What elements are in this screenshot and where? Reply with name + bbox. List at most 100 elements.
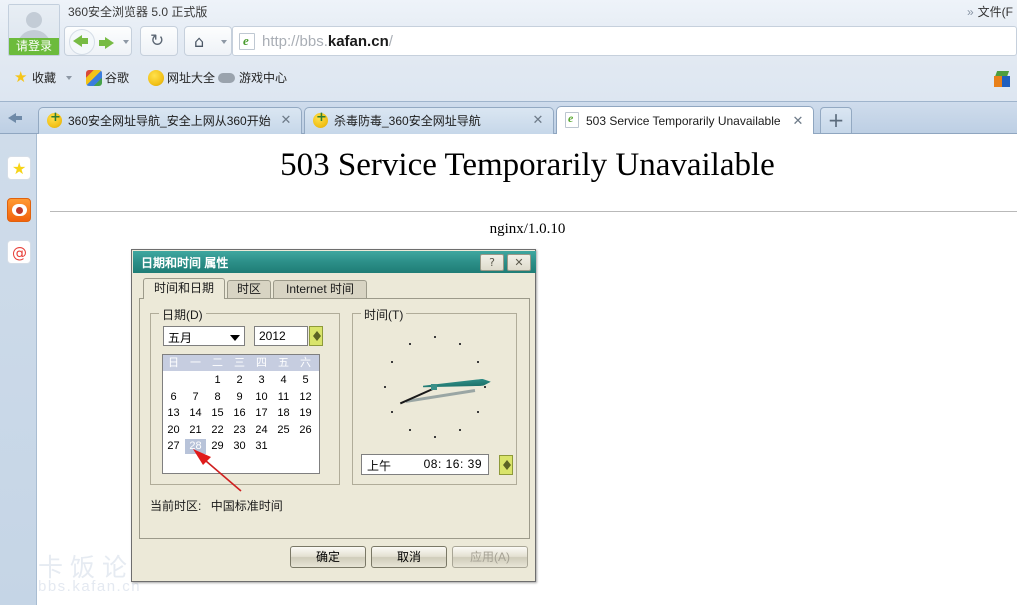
cube-left-face xyxy=(994,76,1002,87)
sidebar-item-mail[interactable]: @ xyxy=(7,240,31,264)
back-forward-group xyxy=(64,26,132,56)
avatar[interactable]: 请登录 xyxy=(8,4,60,56)
tab-close-icon[interactable]: ✕ xyxy=(791,114,805,128)
menu-bar-right[interactable]: » 文件(F xyxy=(967,3,1013,20)
tab-close-icon[interactable]: ✕ xyxy=(531,113,545,127)
calendar-weekday: 五 xyxy=(278,357,289,369)
ok-button[interactable]: 确定 xyxy=(290,546,366,568)
chevron-down-icon[interactable] xyxy=(230,335,240,341)
date-group: 日期(D) 五月 2012 日一二三四五六 1 2 3 4 5 6 7 8 9 10 xyxy=(150,306,340,485)
calendar-day-5[interactable]: 5 xyxy=(295,373,316,388)
tab-scroll-left-icon[interactable] xyxy=(6,108,26,128)
year-value: 2012 xyxy=(259,329,286,343)
calendar-day-24[interactable]: 24 xyxy=(251,423,272,438)
calendar-day-13[interactable]: 13 xyxy=(163,406,184,421)
calendar-day-6[interactable]: 6 xyxy=(163,390,184,405)
calendar-day-10[interactable]: 10 xyxy=(251,390,272,405)
close-button[interactable]: ✕ xyxy=(507,254,531,271)
calendar-day-22[interactable]: 22 xyxy=(207,423,228,438)
calendar-day-8[interactable]: 8 xyxy=(207,390,228,405)
calendar-day-17[interactable]: 17 xyxy=(251,406,272,421)
calendar-day-3[interactable]: 3 xyxy=(251,373,272,388)
clock-tick xyxy=(390,361,393,363)
tab-favicon-360 xyxy=(313,110,329,129)
time-value: 08: 16: 39 xyxy=(423,457,482,471)
calendar-day-31[interactable]: 31 xyxy=(251,439,272,454)
favorites-chevron-down-icon[interactable] xyxy=(66,76,72,80)
calendar-day-2[interactable]: 2 xyxy=(229,373,250,388)
bookmark-gamecenter[interactable]: 游戏中心 xyxy=(218,68,304,88)
login-button[interactable]: 请登录 xyxy=(9,38,59,55)
menu-file-label[interactable]: 文件(F xyxy=(978,5,1013,19)
timezone-label: 当前时区: xyxy=(150,499,202,513)
calendar-day-11[interactable]: 11 xyxy=(273,390,294,405)
tab-time-and-date[interactable]: 时间和日期 xyxy=(143,278,225,299)
bookmarks-bar: ★ 收藏 谷歌 网址大全 游戏中心 xyxy=(0,64,1017,92)
bookmark-favorites-label: 收藏 xyxy=(32,71,57,85)
calendar-day-18[interactable]: 18 xyxy=(273,406,294,421)
calendar-grid[interactable]: 日一二三四五六 1 2 3 4 5 6 7 8 9 10 11 12 13 14 15 16 17 18 19 20 21… xyxy=(162,354,320,474)
tab-503-error[interactable]: 503 Service Temporarily Unavailable ✕ xyxy=(556,106,814,135)
calendar-day-4[interactable]: 4 xyxy=(273,373,294,388)
spinner-down-icon[interactable] xyxy=(503,465,511,470)
calendar-day-23[interactable]: 23 xyxy=(229,423,250,438)
tab-timezone[interactable]: 时区 xyxy=(227,280,271,299)
home-button[interactable]: ⌂ xyxy=(184,26,232,56)
tab-internet-time[interactable]: Internet 时间 xyxy=(273,280,367,299)
clock-tick xyxy=(384,386,386,388)
year-spinner[interactable] xyxy=(309,326,323,346)
calendar-day-14[interactable]: 14 xyxy=(185,406,206,421)
calendar-day-15[interactable]: 15 xyxy=(207,406,228,421)
dialog-title-bar[interactable]: 日期和时间 属性 ? ✕ xyxy=(133,251,536,273)
calendar-day-29[interactable]: 29 xyxy=(207,439,228,454)
clock-tick xyxy=(459,342,461,345)
tab-favicon-page xyxy=(565,111,581,128)
address-bar[interactable]: http://bbs.kafan.cn/ xyxy=(232,26,1017,56)
calendar-day-27[interactable]: 27 xyxy=(163,439,184,454)
bookmark-gamecenter-label: 游戏中心 xyxy=(239,71,288,85)
history-chevron-down-icon[interactable] xyxy=(123,40,129,44)
tab-close-icon[interactable]: ✕ xyxy=(279,113,293,127)
refresh-icon: ↻ xyxy=(150,31,165,51)
calendar-day-25[interactable]: 25 xyxy=(273,423,294,438)
bookmark-google-label: 谷歌 xyxy=(105,71,130,85)
calendar-day-30[interactable]: 30 xyxy=(229,439,250,454)
tab-antivirus[interactable]: 杀毒防毒_360安全网址导航 ✕ xyxy=(304,107,554,134)
calendar-day-20[interactable]: 20 xyxy=(163,423,184,438)
help-button[interactable]: ? xyxy=(480,254,504,271)
reload-button[interactable]: ↻ xyxy=(140,26,178,56)
at-icon: @ xyxy=(12,244,27,262)
home-chevron-down-icon[interactable] xyxy=(221,40,227,44)
sidebar-item-favorites[interactable]: ★ xyxy=(7,156,31,180)
back-arrow-tail xyxy=(81,38,88,44)
calendar-day-26[interactable]: 26 xyxy=(295,423,316,438)
calendar-day-7[interactable]: 7 xyxy=(185,390,206,405)
timezone-row: 当前时区: 中国标准时间 xyxy=(150,497,283,514)
chevron-more-icon[interactable]: » xyxy=(967,5,974,19)
forward-arrow-icon[interactable] xyxy=(105,37,114,49)
bookmark-favorites[interactable]: ★ 收藏 xyxy=(14,68,76,88)
year-input[interactable]: 2012 xyxy=(254,326,308,346)
calendar-day-12[interactable]: 12 xyxy=(295,390,316,405)
calendar-day-21[interactable]: 21 xyxy=(185,423,206,438)
left-sidebar: ★ @ xyxy=(0,134,37,605)
extension-cube-icon[interactable] xyxy=(993,71,1011,89)
bookmark-google[interactable]: 谷歌 xyxy=(86,68,144,88)
spinner-down-icon[interactable] xyxy=(313,336,321,341)
bookmark-hao360-label: 网址大全 xyxy=(167,71,216,85)
tab-360-nav[interactable]: 360安全网址导航_安全上网从360开始 ✕ xyxy=(38,107,302,134)
calendar-day-19[interactable]: 19 xyxy=(295,406,316,421)
new-tab-button[interactable] xyxy=(820,107,852,133)
calendar-day-28[interactable]: 28 xyxy=(185,439,206,454)
time-spinner[interactable] xyxy=(499,455,513,475)
clock-tick xyxy=(390,411,393,413)
calendar-day-16[interactable]: 16 xyxy=(229,406,250,421)
calendar-day-9[interactable]: 9 xyxy=(229,390,250,405)
cancel-button[interactable]: 取消 xyxy=(371,546,447,568)
time-input[interactable]: 上午 08: 16: 39 xyxy=(361,454,513,475)
date-time-properties-dialog: 日期和时间 属性 ? ✕ 时间和日期 时区 Internet 时间 日期(D) … xyxy=(131,249,536,582)
weibo-pupil-shape xyxy=(16,207,23,214)
calendar-day-1[interactable]: 1 xyxy=(207,373,228,388)
sidebar-item-weibo[interactable] xyxy=(7,198,31,222)
month-dropdown[interactable]: 五月 xyxy=(163,326,245,346)
